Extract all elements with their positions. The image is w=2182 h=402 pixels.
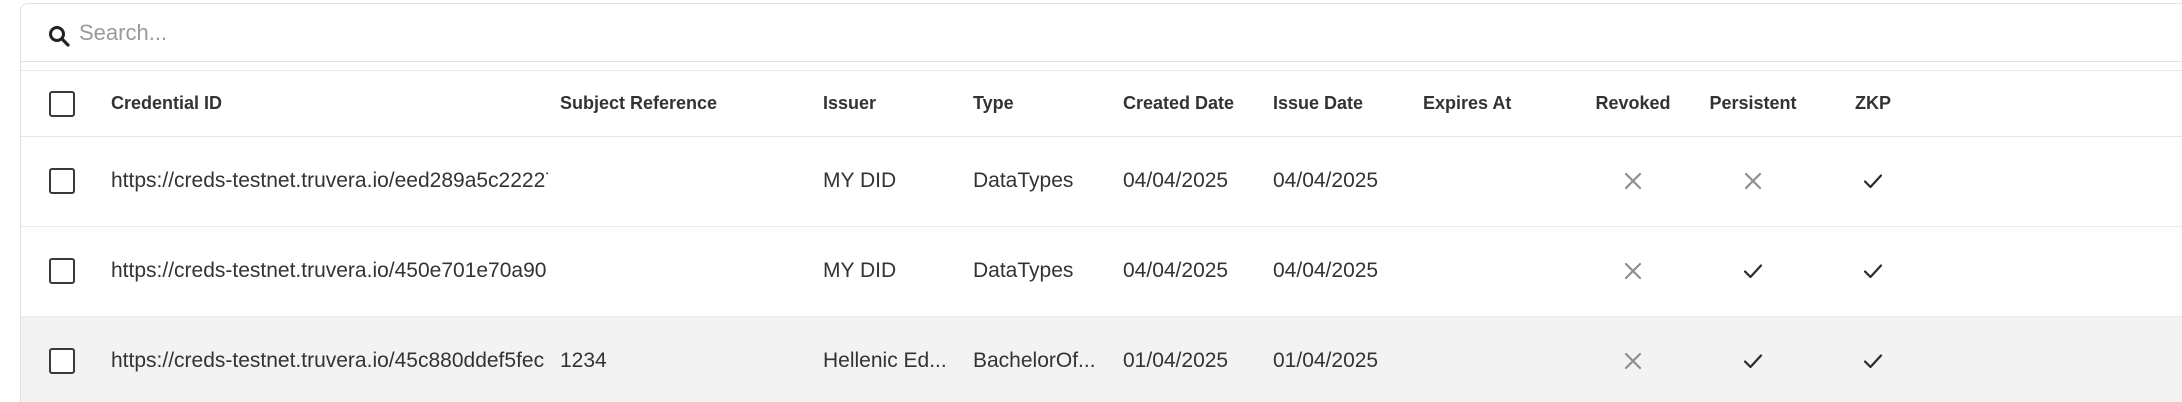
header-revoked[interactable]: Revoked: [1573, 72, 1693, 137]
check-icon: [1743, 264, 1763, 279]
created-date-cell: 01/04/2025: [1123, 316, 1273, 402]
select-all-checkbox[interactable]: [49, 90, 75, 117]
created-date-cell: 04/04/2025: [1123, 136, 1273, 227]
row-checkbox[interactable]: [49, 168, 75, 194]
created-date-cell: 04/04/2025: [1123, 226, 1273, 317]
zkp-cell: [1813, 316, 1933, 402]
table-row[interactable]: https://creds-testnet.truvera.io/45c880d…: [21, 316, 2182, 402]
row-filler: [1933, 316, 2182, 402]
issuer-cell: Hellenic Ed...: [823, 316, 973, 402]
zkp-cell: [1813, 136, 1933, 227]
issue-date-cell: 01/04/2025: [1273, 316, 1423, 402]
credentials-table: Credential ID Subject Reference Issuer T…: [21, 72, 2182, 402]
revoked-cell: [1573, 226, 1693, 317]
header-persistent[interactable]: Persistent: [1693, 72, 1813, 137]
issue-date-cell: 04/04/2025: [1273, 136, 1423, 227]
revoked-cell: [1573, 136, 1693, 227]
persistent-cell: [1693, 226, 1813, 317]
credential-id-text: https://creds-testnet.truvera.io/45c880d…: [111, 349, 545, 372]
search-icon: [49, 26, 70, 47]
row-checkbox[interactable]: [49, 258, 75, 284]
table-header-row: Credential ID Subject Reference Issuer T…: [21, 72, 2182, 137]
credential-id-cell[interactable]: https://creds-testnet.truvera.io/450e701…: [111, 226, 560, 317]
check-icon: [1863, 354, 1883, 369]
credential-id-text: https://creds-testnet.truvera.io/450e701…: [111, 259, 547, 282]
search-bar: [21, 4, 2182, 62]
row-select-cell: [21, 136, 111, 227]
x-icon: [1624, 353, 1642, 370]
credential-id-text: https://creds-testnet.truvera.io/eed289a…: [111, 169, 548, 192]
header-issue-date[interactable]: Issue Date: [1273, 72, 1423, 137]
header-issuer[interactable]: Issuer: [823, 72, 973, 137]
header-type[interactable]: Type: [973, 72, 1123, 137]
zkp-cell: [1813, 226, 1933, 317]
type-cell: DataTypes: [973, 136, 1123, 227]
revoked-cell: [1573, 316, 1693, 402]
row-filler: [1933, 226, 2182, 317]
x-icon: [1624, 173, 1642, 190]
issue-date-cell: 04/04/2025: [1273, 226, 1423, 317]
row-filler: [1933, 136, 2182, 227]
expires-at-cell: [1423, 226, 1573, 317]
credentials-panel: Credential ID Subject Reference Issuer T…: [20, 3, 2182, 402]
type-cell: BachelorOf...: [973, 316, 1123, 402]
issuer-cell: MY DID: [823, 226, 973, 317]
table-row[interactable]: https://creds-testnet.truvera.io/eed289a…: [21, 136, 2182, 227]
check-icon: [1861, 349, 1885, 372]
credential-id-cell[interactable]: https://creds-testnet.truvera.io/eed289a…: [111, 136, 560, 227]
row-select-cell: [21, 316, 111, 402]
expires-at-cell: [1423, 136, 1573, 227]
subject-reference-cell: [560, 226, 823, 317]
header-select-cell: [21, 72, 111, 137]
check-icon: [1741, 259, 1765, 282]
x-icon: [1621, 259, 1645, 282]
header-credential-id[interactable]: Credential ID: [111, 72, 560, 137]
persistent-cell: [1693, 316, 1813, 402]
check-icon: [1861, 169, 1885, 192]
row-checkbox[interactable]: [49, 348, 75, 374]
x-icon: [1741, 169, 1765, 192]
check-icon: [1861, 259, 1885, 282]
type-cell: DataTypes: [973, 226, 1123, 317]
persistent-cell: [1693, 136, 1813, 227]
header-created-date[interactable]: Created Date: [1123, 72, 1273, 137]
header-filler: [1933, 72, 2182, 137]
subject-reference-cell: 1234: [560, 316, 823, 402]
check-icon: [1863, 174, 1883, 189]
check-icon: [1741, 349, 1765, 372]
search-input[interactable]: [79, 16, 979, 50]
header-expires-at[interactable]: Expires At: [1423, 72, 1573, 137]
x-icon: [1624, 263, 1642, 280]
subject-reference-cell: [560, 136, 823, 227]
expires-at-cell: [1423, 316, 1573, 402]
row-select-cell: [21, 226, 111, 317]
table-row[interactable]: https://creds-testnet.truvera.io/450e701…: [21, 226, 2182, 317]
x-icon: [1621, 169, 1645, 192]
credential-id-cell[interactable]: https://creds-testnet.truvera.io/45c880d…: [111, 316, 560, 402]
check-icon: [1863, 264, 1883, 279]
x-icon: [1744, 173, 1762, 190]
x-icon: [1621, 349, 1645, 372]
check-icon: [1743, 354, 1763, 369]
header-zkp[interactable]: ZKP: [1813, 72, 1933, 137]
header-subject-reference[interactable]: Subject Reference: [560, 72, 823, 137]
toolbar-spacer: [21, 63, 2182, 71]
issuer-cell: MY DID: [823, 136, 973, 227]
